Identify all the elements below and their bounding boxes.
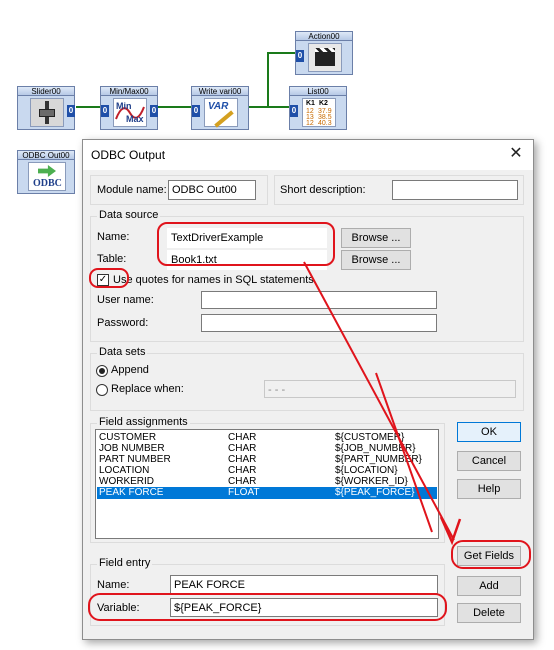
password-field[interactable] xyxy=(201,314,437,332)
module-title: Write vari00 xyxy=(191,86,249,96)
input-port[interactable]: 0 xyxy=(296,50,304,62)
list-cell: 12 xyxy=(306,120,314,127)
minmax-icon: Min Max xyxy=(113,98,147,127)
output-port[interactable]: 0 xyxy=(67,105,75,117)
replace-when-radio[interactable] xyxy=(96,384,108,396)
list-k2: K2 xyxy=(319,100,328,107)
field-name-cell: PEAK FORCE xyxy=(99,487,164,498)
clapperboard-icon xyxy=(308,43,342,72)
short-description-field[interactable] xyxy=(392,180,518,200)
min-label: Min xyxy=(116,101,132,111)
write-variable-icon: VAR xyxy=(204,98,238,128)
field-entry-title: Field entry xyxy=(97,557,153,569)
field-name-label: Name: xyxy=(97,579,130,591)
module-name-label: Module name: xyxy=(97,184,167,196)
module-title: List00 xyxy=(289,86,347,96)
slider-icon xyxy=(30,98,64,127)
password-label: Password: xyxy=(97,317,149,329)
field-assignments-list[interactable]: CUSTOMER CHAR ${CUSTOMER} JOB NUMBER CHA… xyxy=(95,429,439,539)
slider-module[interactable]: Slider00 0 xyxy=(17,86,75,130)
use-quotes-label: Use quotes for names in SQL statements xyxy=(113,274,314,286)
table-label: Table: xyxy=(97,253,127,265)
minmax-module[interactable]: Min/Max00 0 Min Max 0 xyxy=(100,86,158,130)
list-module[interactable]: List00 0 K1 K2 12 13 12 37.9 38.5 40.3 xyxy=(289,86,347,130)
add-button[interactable]: Add xyxy=(457,576,521,596)
dialog-title: ODBC Output xyxy=(91,148,166,162)
output-port[interactable]: 0 xyxy=(150,105,158,117)
field-type-cell: FLOAT xyxy=(228,487,260,498)
delete-button[interactable]: Delete xyxy=(457,603,521,623)
replace-when-label: Replace when: xyxy=(111,383,184,395)
module-title: Slider00 xyxy=(17,86,75,96)
ok-button[interactable]: OK xyxy=(457,422,521,442)
title-bar: ODBC Output ✕ xyxy=(83,140,533,170)
var-label: VAR xyxy=(208,101,229,112)
append-label: Append xyxy=(111,364,149,376)
data-source-title: Data source xyxy=(97,209,161,221)
module-title: Action00 xyxy=(295,31,353,41)
table-row-selected[interactable]: PEAK FORCE FLOAT ${PEAK_FORCE} xyxy=(97,487,437,499)
browse-table-button[interactable]: Browse ... xyxy=(341,250,411,270)
odbc-icon: ODBC xyxy=(28,162,66,191)
user-name-label: User name: xyxy=(97,294,154,306)
field-name-field[interactable]: PEAK FORCE xyxy=(170,575,438,594)
module-name-field[interactable]: ODBC Out00 xyxy=(168,180,256,200)
list-cell: 40.3 xyxy=(318,120,332,127)
action-module[interactable]: Action00 0 xyxy=(295,31,353,75)
module-title: Min/Max00 xyxy=(100,86,158,96)
help-button[interactable]: Help xyxy=(457,479,521,499)
input-port[interactable]: 0 xyxy=(290,105,298,117)
close-icon[interactable]: ✕ xyxy=(505,144,527,164)
input-port[interactable]: 0 xyxy=(101,105,109,117)
short-description-label: Short description: xyxy=(280,184,366,196)
list-k1: K1 xyxy=(306,100,315,107)
module-title: ODBC Out00 xyxy=(17,150,75,160)
list-icon: K1 K2 12 13 12 37.9 38.5 40.3 xyxy=(302,98,336,127)
highlight-data-source xyxy=(157,222,335,266)
replace-when-field[interactable]: - - - xyxy=(264,380,516,398)
append-radio[interactable] xyxy=(96,365,108,377)
odbc-output-module[interactable]: ODBC Out00 ODBC xyxy=(17,150,75,194)
highlight-get-fields xyxy=(451,540,531,569)
name-label: Name: xyxy=(97,231,130,243)
odbc-label: ODBC xyxy=(33,178,62,189)
user-name-field[interactable] xyxy=(201,291,437,309)
cancel-button[interactable]: Cancel xyxy=(457,451,521,471)
write-variable-module[interactable]: Write vari00 0 VAR xyxy=(191,86,249,130)
field-assignments-title: Field assignments xyxy=(97,416,190,428)
max-label: Max xyxy=(126,114,144,124)
browse-data-source-button[interactable]: Browse ... xyxy=(341,228,411,248)
input-port[interactable]: 0 xyxy=(192,105,200,117)
highlight-variable xyxy=(88,593,447,621)
highlight-use-quotes xyxy=(89,268,129,288)
field-variable-cell: ${PEAK_FORCE} xyxy=(335,487,415,498)
data-sets-title: Data sets xyxy=(97,346,148,358)
